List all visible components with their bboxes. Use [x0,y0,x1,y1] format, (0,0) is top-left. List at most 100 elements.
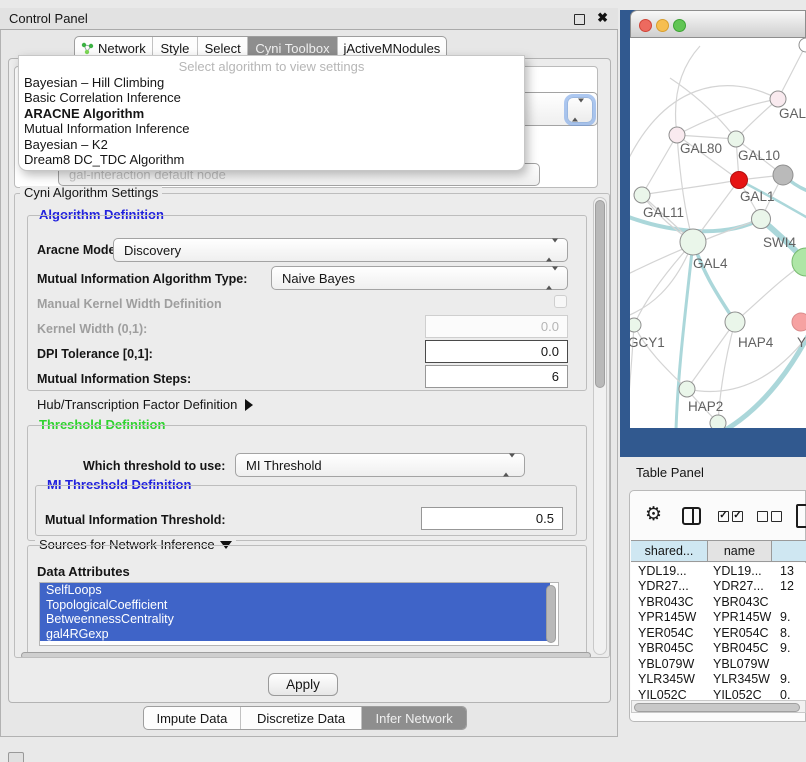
cell: 9. [772,610,806,624]
cell: 12 [772,579,806,593]
node-hap4[interactable] [725,312,745,332]
select-all-checks-icon[interactable]: ✓ [718,511,729,522]
dropdown-item[interactable]: Mutual Information Inference [19,121,524,136]
cell: YBL079W [708,657,772,671]
dropdown-item[interactable]: Dream8 DC_TDC Algorithm [19,152,524,167]
tab-network-label: Network [98,41,146,56]
node-gray[interactable] [773,165,793,185]
apply-button[interactable]: Apply [268,673,338,696]
node-swi4[interactable] [752,210,771,229]
settings-vscrollbar[interactable] [593,197,607,655]
node-label-gal11: GAL11 [643,205,684,220]
node-label-gal4: GAL4 [693,256,728,271]
network-canvas[interactable]: GAL GAL80 GAL10 GAL1 GAL11 SWI4 GAL4 GCY… [630,38,806,428]
list-vscrollbar-thumb[interactable] [546,585,556,643]
kernel-width-field[interactable]: 0.0 [425,315,568,338]
node-gal11[interactable] [634,187,650,203]
settings-hscrollbar-thumb[interactable] [21,652,591,658]
node-label-hap2: HAP2 [688,399,723,414]
bottom-tabbar: Impute Data Discretize Data Infer Networ… [143,706,467,730]
table-row[interactable]: YBL079W YBL079W [631,656,806,672]
dropdown-item[interactable]: Bayesian – K2 [19,137,524,152]
algorithm-dropdown-popup: Select algorithm to view settings Bayesi… [18,55,525,171]
dropdown-item[interactable]: Basic Correlation Inference [19,90,524,105]
tab-impute-data[interactable]: Impute Data [144,707,240,729]
mi-algorithm-type-combobox[interactable]: Naive Bayes [271,266,568,290]
column-header-name[interactable]: name [708,540,772,562]
table-row[interactable]: YDL19... YDL19... 13 [631,563,806,579]
cell: YLR345W [631,672,708,686]
table-header-row: shared... name [631,540,806,562]
manual-kernel-label: Manual Kernel Width Definition [37,297,222,311]
table-row[interactable]: YDR27... YDR27... 12 [631,579,806,595]
mac-close-icon[interactable] [639,19,652,32]
table-row[interactable]: YBR045C YBR045C 9. [631,641,806,657]
cell: YLR345W [708,672,772,686]
mi-threshold-field[interactable]: 0.5 [421,507,563,530]
node-pink-top[interactable] [770,91,786,107]
tab-discretize-data[interactable]: Discretize Data [240,707,362,729]
node-top-partial[interactable] [799,38,806,52]
cell: YBR043C [631,595,708,609]
gear-icon[interactable]: ⚙ [645,503,662,525]
table-row[interactable]: YIL052C YIL052C 0. [631,687,806,700]
mi-algorithm-type-value: Naive Bayes [282,271,355,286]
node-gal4[interactable] [680,229,706,255]
mac-minimize-icon[interactable] [656,19,669,32]
mi-threshold-value: 0.5 [536,511,554,526]
cell: YBR045C [631,641,708,655]
node-bottom-partial[interactable] [710,415,726,428]
node-gal1[interactable] [731,172,748,189]
column-header-partial[interactable] [772,540,806,562]
new-table-icon[interactable] [796,504,806,528]
node-hap2[interactable] [679,381,695,397]
network-icon [81,42,94,55]
apply-button-label: Apply [286,677,320,692]
data-attributes-label: Data Attributes [37,564,130,579]
aracne-mode-combobox[interactable]: Discovery [113,238,568,262]
tab-infer-network[interactable]: Infer Network [361,707,466,729]
cell: 9. [772,641,806,655]
node-salmon[interactable] [792,313,806,331]
select-all-checks-icon[interactable]: ✓ [732,511,743,522]
list-item[interactable]: TopologicalCoefficient [40,598,550,613]
table-row[interactable]: YBR043C YBR043C [631,594,806,610]
list-item[interactable]: SelfLoops [40,583,550,598]
dpi-tolerance-field[interactable]: 0.0 [425,340,568,363]
dropdown-item-selected[interactable]: ARACNE Algorithm [19,106,524,121]
mi-steps-field[interactable]: 6 [425,365,568,388]
column-header-shared-name[interactable]: shared... [631,540,708,562]
kernel-width-value: 0.0 [541,319,559,334]
settings-vscrollbar-thumb[interactable] [595,200,605,388]
aracne-mode-label: Aracne Mode: [37,243,120,257]
node-gcy1[interactable] [630,318,641,332]
control-panel-titlebar[interactable]: Control Panel ✖ [0,8,618,30]
unselect-all-checks-icon[interactable] [771,511,782,522]
close-icon[interactable]: ✖ [597,10,608,26]
collapsed-panel-icon[interactable] [8,752,24,762]
table-row[interactable]: YPR145W YPR145W 9. [631,610,806,626]
node-label-swi4: SWI4 [763,235,796,250]
table-hscrollbar[interactable] [631,700,806,713]
network-window-titlebar[interactable] [630,10,806,38]
mac-zoom-icon[interactable] [673,19,686,32]
list-item[interactable]: gal4RGexp [40,627,550,642]
manual-kernel-checkbox[interactable] [554,295,567,308]
cell: YDL19... [631,564,708,578]
data-attributes-list[interactable]: SelfLoops TopologicalCoefficient Between… [39,582,559,646]
which-threshold-combobox[interactable]: MI Threshold [235,453,525,477]
mi-algorithm-type-label: Mutual Information Algorithm Type: [37,272,247,286]
dropdown-item[interactable]: Bayesian – Hill Climbing [19,75,524,90]
control-panel-title: Control Panel [9,11,88,26]
unselect-all-checks-icon[interactable] [757,511,768,522]
table-row[interactable]: YER054C YER054C 8. [631,625,806,641]
list-item[interactable]: BetweennessCentrality [40,612,550,627]
split-columns-icon[interactable] [682,507,701,525]
float-window-icon[interactable] [574,14,585,25]
algorithm-combo-focused-button[interactable] [567,97,593,123]
table-row[interactable]: YLR345W YLR345W 9. [631,672,806,688]
node-gal10[interactable] [728,131,744,147]
hub-definition-toggle[interactable]: Hub/Transcription Factor Definition [37,397,253,412]
network-canvas-container: GAL GAL80 GAL10 GAL1 GAL11 SWI4 GAL4 GCY… [630,38,806,428]
table-hscrollbar-thumb[interactable] [634,703,800,712]
